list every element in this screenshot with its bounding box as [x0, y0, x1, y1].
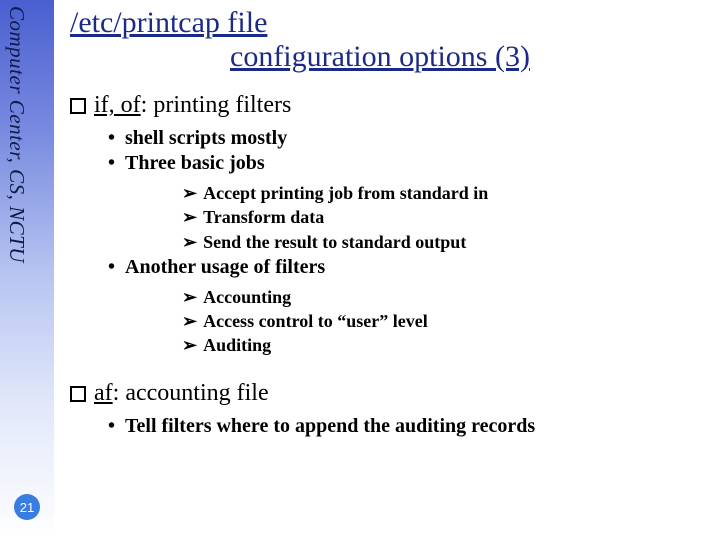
slide-title-line1: /etc/printcap file — [70, 6, 710, 40]
section-heading: af: accounting file — [70, 380, 710, 407]
sidebar: Computer Center, CS, NCTU — [0, 0, 54, 540]
bullet-list: Tell filters where to append the auditin… — [108, 415, 710, 438]
section-heading: if, of: printing filters — [70, 92, 710, 119]
page-number-badge: 21 — [14, 494, 40, 520]
sub-list: Accounting Access control to “user” leve… — [182, 285, 710, 358]
sub-item: Accounting — [182, 285, 710, 309]
sub-item: Accept printing job from standard in — [182, 181, 710, 205]
bullet-item: Another usage of filters — [108, 256, 710, 279]
sub-item: Transform data — [182, 205, 710, 229]
section-heading-text: af: accounting file — [94, 380, 269, 406]
bullet-item: shell scripts mostly — [108, 127, 710, 150]
slide: Computer Center, CS, NCTU 21 /etc/printc… — [0, 0, 720, 540]
square-bullet-icon — [70, 98, 86, 114]
slide-body: if, of: printing filters shell scripts m… — [70, 92, 710, 438]
bullet-item: Tell filters where to append the auditin… — [108, 415, 710, 438]
sub-item: Auditing — [182, 333, 710, 357]
sub-list: Accept printing job from standard in Tra… — [182, 181, 710, 254]
content-area: /etc/printcap file configuration options… — [70, 6, 710, 438]
sub-item: Access control to “user” level — [182, 309, 710, 333]
bullet-item: Three basic jobs — [108, 152, 710, 175]
sub-item: Send the result to standard output — [182, 230, 710, 254]
section-heading-text: if, of: printing filters — [94, 92, 291, 118]
sidebar-org-text: Computer Center, CS, NCTU — [4, 6, 29, 263]
bullet-list: shell scripts mostly Three basic jobs Ac… — [108, 127, 710, 358]
square-bullet-icon — [70, 386, 86, 402]
slide-title-line2: configuration options (3) — [230, 40, 710, 74]
